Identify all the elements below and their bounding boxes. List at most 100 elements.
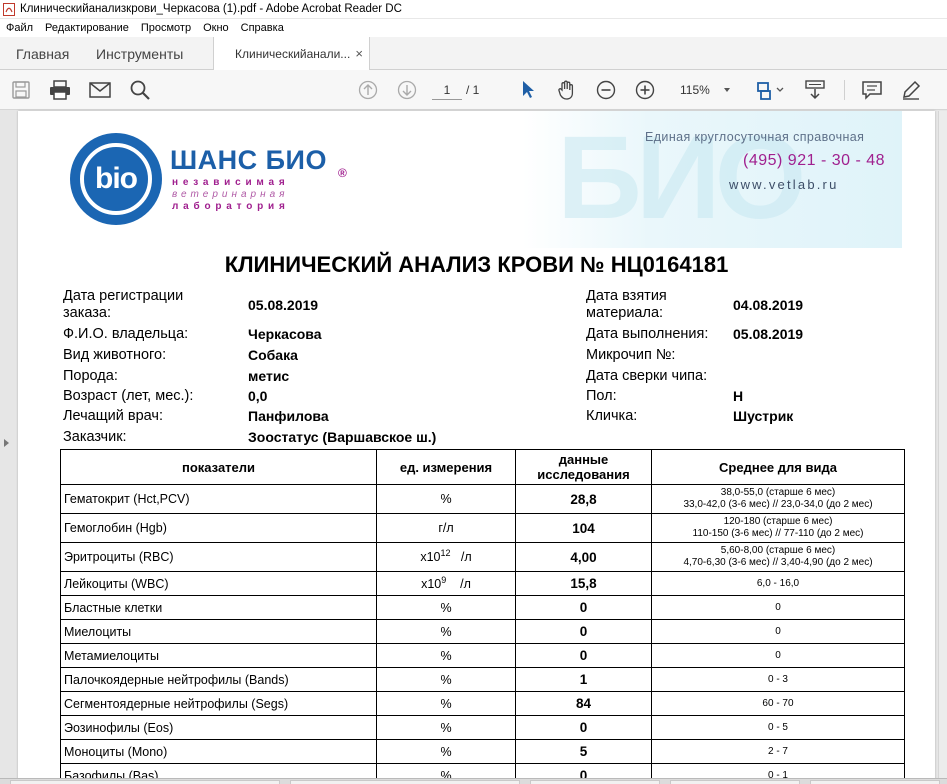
toolbar: 1 / 1 115% — [0, 70, 947, 110]
doctor-value: Панфилова — [248, 408, 329, 424]
zoom-in-icon[interactable] — [633, 79, 657, 101]
zoom-out-icon[interactable] — [594, 79, 618, 101]
tab-home[interactable]: Главная — [16, 37, 69, 70]
vertical-scrollbar[interactable] — [938, 111, 947, 784]
owner-value: Черкасова — [248, 326, 322, 342]
menu-edit[interactable]: Редактирование — [39, 22, 135, 34]
page-number-input[interactable]: 1 — [432, 80, 462, 100]
row-unit: % — [376, 667, 516, 692]
row-indicator: Метамиелоциты — [60, 643, 377, 668]
zoom-level-select[interactable]: 115% — [672, 80, 734, 100]
os-taskbar — [0, 778, 947, 784]
sample-date-value: 04.08.2019 — [733, 297, 804, 313]
taskbar-item[interactable] — [530, 780, 660, 784]
table-row: Сегментоядерные нейтрофилы (Segs) % 84 6… — [60, 691, 905, 716]
table-row: Палочкоядерные нейтрофилы (Bands) % 1 0 … — [60, 667, 905, 692]
header-indicator: показатели — [60, 449, 377, 485]
unit-tail: /л — [460, 576, 471, 591]
next-page-icon[interactable] — [395, 79, 419, 101]
row-reference-line-2: 110-150 (3-6 мес) // 77-110 (до 2 мес) — [692, 528, 864, 539]
table-row: Эритроциты (RBC) x1012 /л 4,00 5,60-8,00… — [60, 542, 905, 572]
pdf-file-icon — [3, 2, 15, 16]
lab-logo: bio — [70, 133, 162, 225]
unit-exponent: 12 — [440, 548, 451, 558]
select-cursor-icon[interactable] — [516, 79, 540, 101]
comment-icon[interactable] — [860, 79, 884, 101]
fit-page-icon[interactable] — [755, 79, 785, 101]
tabs-bar: Главная Инструменты Клиническийанали... … — [0, 37, 947, 71]
contact-label: Единая круглосуточная справочная — [645, 130, 865, 144]
row-reference-line-2: 4,70-6,30 (3-6 мес) // 3,40-4,90 (до 2 м… — [683, 557, 873, 568]
document-title: КЛИНИЧЕСКИЙ АНАЛИЗ КРОВИ № НЦ0164181 — [224, 252, 729, 277]
previous-page-icon[interactable] — [356, 79, 380, 101]
unit-base: x10 — [421, 576, 442, 591]
brand-subtitle-1: независимая — [172, 177, 290, 188]
sex-value: Н — [733, 388, 744, 404]
close-tab-icon[interactable]: × — [355, 46, 363, 61]
breed-value: метис — [248, 368, 290, 384]
row-value: 0 — [515, 595, 652, 620]
row-indicator: Сегментоядерные нейтрофилы (Segs) — [60, 691, 377, 716]
menu-view[interactable]: Просмотр — [135, 22, 197, 34]
header-value: данные исследования — [515, 449, 652, 485]
done-date-label: Дата выполнения: — [586, 326, 709, 342]
print-icon[interactable] — [48, 79, 72, 101]
row-value: 5 — [515, 739, 652, 764]
tab-tools[interactable]: Инструменты — [96, 37, 183, 70]
save-icon[interactable] — [9, 79, 33, 101]
header-reference: Среднее для вида — [651, 449, 905, 485]
taskbar-item[interactable] — [810, 780, 940, 784]
species-label: Вид животного: — [63, 347, 167, 363]
scroll-mode-icon[interactable] — [801, 79, 829, 101]
tab-document-label: Клиническийанали... — [235, 47, 351, 61]
menu-window[interactable]: Окно — [197, 22, 235, 34]
chip-check-label: Дата сверки чипа: — [586, 368, 708, 384]
row-indicator: Эозинофилы (Eos) — [60, 715, 377, 740]
tab-document[interactable]: Клиническийанали... × — [213, 37, 370, 71]
row-indicator: Лейкоциты (WBC) — [60, 571, 377, 596]
reg-date-value: 05.08.2019 — [248, 297, 319, 313]
unit-base: x10 — [420, 550, 441, 564]
age-label: Возраст (лет, мес.): — [63, 388, 194, 404]
row-reference-line-1: 38,0-55,0 (старше 6 мес) — [720, 487, 836, 498]
taskbar-item[interactable] — [670, 780, 800, 784]
results-table: показатели ед. измерения данные исследов… — [60, 449, 905, 784]
sex-label: Пол: — [586, 388, 617, 404]
lab-header-banner: БИО bio ШАНС БИО ® независимая ветеринар… — [59, 111, 902, 248]
row-value: 28,8 — [515, 484, 652, 514]
hand-tool-icon[interactable] — [555, 79, 579, 101]
row-unit: % — [376, 643, 516, 668]
email-icon[interactable] — [88, 79, 112, 101]
row-indicator: Бластные клетки — [60, 595, 377, 620]
menu-bar: Файл Редактирование Просмотр Окно Справк… — [0, 19, 947, 37]
row-reference: 6,0 - 16,0 — [651, 571, 905, 596]
title-bar: Клиническийанализкрови_Черкасова (1).pdf… — [0, 0, 947, 19]
row-value: 0 — [515, 715, 652, 740]
taskbar-item[interactable] — [290, 780, 520, 784]
row-unit: % — [376, 595, 516, 620]
reg-date-label-2: заказа: — [63, 305, 112, 321]
chip-label: Микрочип №: — [586, 347, 676, 363]
nickname-label: Кличка: — [586, 408, 638, 424]
row-reference-line-2: 33,0-42,0 (3-6 мес) // 23,0-34,0 (до 2 м… — [683, 499, 873, 510]
table-row: Гематокрит (Hct,PCV) % 28,8 38,0-55,0 (с… — [60, 484, 905, 514]
menu-file[interactable]: Файл — [0, 22, 39, 34]
row-reference: 5,60-8,00 (старше 6 мес) 4,70-6,30 (3-6 … — [651, 542, 905, 572]
brand-subtitle-2: ветеринарная — [172, 189, 289, 200]
row-unit: г/л — [376, 513, 516, 543]
chevron-down-icon — [724, 88, 730, 92]
window-title: Клиническийанализкрови_Черкасова (1).pdf… — [20, 3, 402, 15]
unit-tail: /л — [460, 550, 472, 564]
highlight-pen-icon[interactable] — [899, 79, 923, 101]
row-reference: 2 - 7 — [651, 739, 905, 764]
sample-date-label-2: материала: — [586, 305, 664, 321]
contact-phone: (495) 921 - 30 - 48 — [743, 152, 886, 169]
row-reference: 0 - 3 — [651, 667, 905, 692]
taskbar-item[interactable] — [10, 780, 280, 784]
menu-help[interactable]: Справка — [235, 22, 290, 34]
contact-website: www.vetlab.ru — [729, 177, 839, 192]
expand-panel-icon[interactable] — [4, 439, 9, 447]
row-value: 84 — [515, 691, 652, 716]
row-indicator: Эритроциты (RBC) — [60, 542, 377, 572]
search-icon[interactable] — [128, 79, 152, 101]
